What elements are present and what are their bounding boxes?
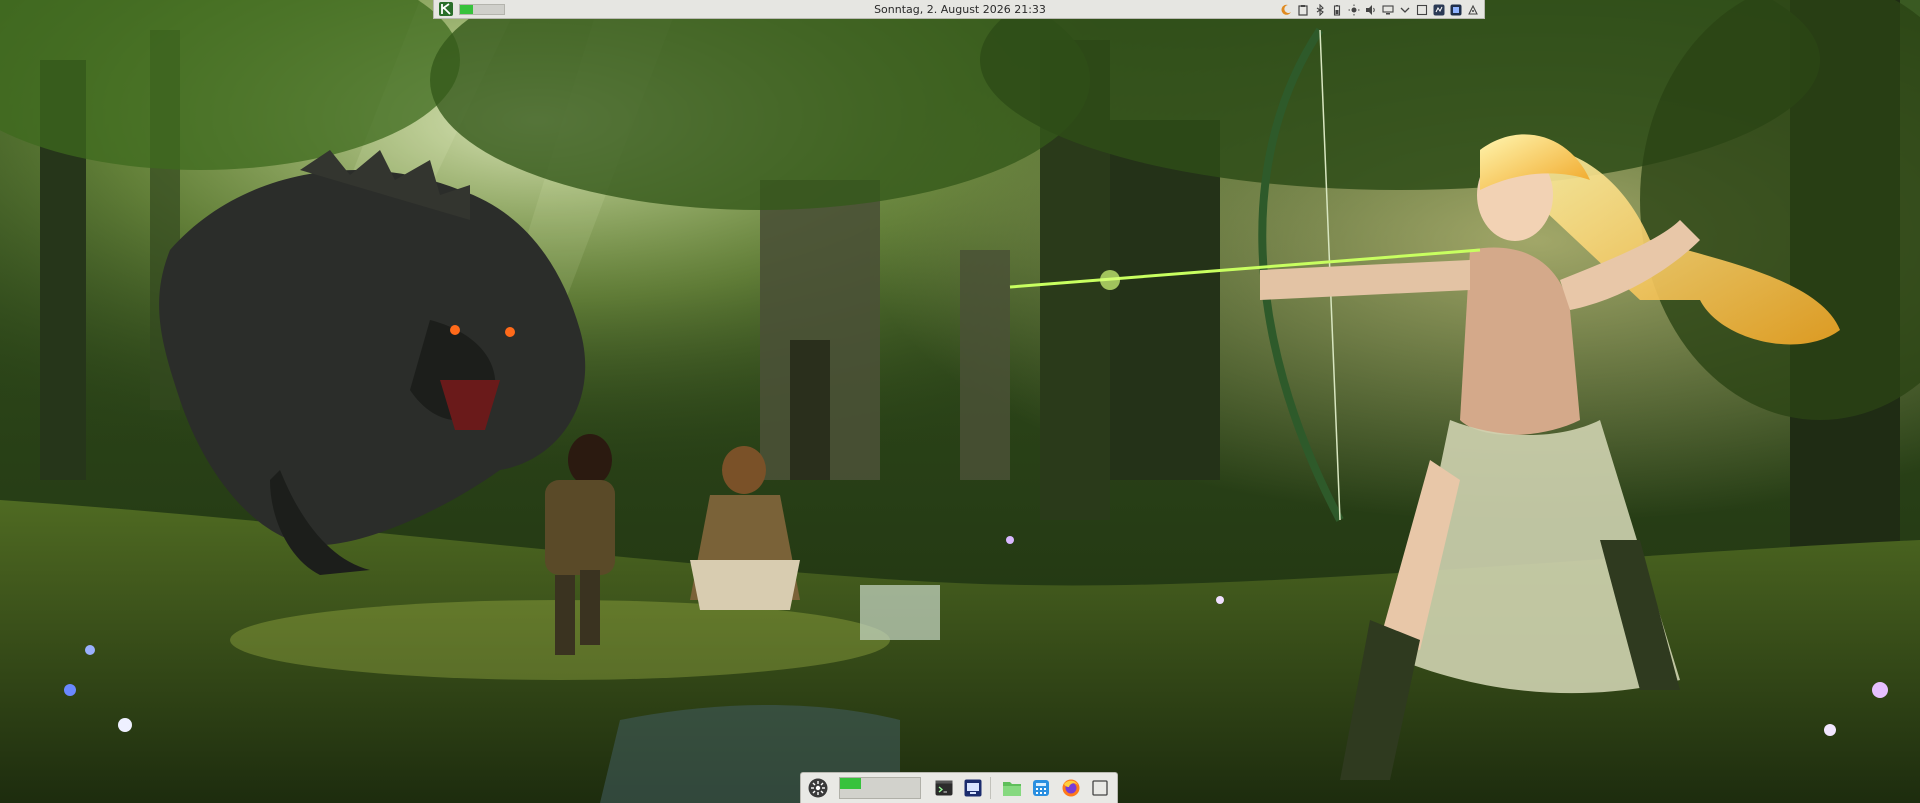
battery-icon[interactable] <box>1330 3 1344 17</box>
cpu-meter-fill <box>460 4 474 14</box>
app-tray-icon-2[interactable] <box>1449 3 1463 17</box>
file-manager-icon[interactable] <box>999 775 1025 801</box>
show-desktop-icon[interactable] <box>1088 775 1114 801</box>
expand-tray-icon[interactable] <box>1398 3 1412 17</box>
desktop: Sonntag, 2. August 2026 21:33 <box>0 0 1920 803</box>
kde-logo-icon[interactable] <box>437 1 455 17</box>
app-menu-icon[interactable] <box>805 775 831 801</box>
firefox-icon[interactable] <box>1058 775 1084 801</box>
system-tray <box>1279 1 1480 18</box>
volume-icon[interactable] <box>1364 3 1378 17</box>
brightness-icon[interactable] <box>1347 3 1361 17</box>
wallpaper <box>0 0 1920 803</box>
top-panel: Sonntag, 2. August 2026 21:33 <box>433 0 1485 19</box>
app-tray-icon-1[interactable] <box>1432 3 1446 17</box>
blue-app-icon[interactable] <box>960 775 986 801</box>
window-icon[interactable] <box>1415 3 1429 17</box>
calculator-icon[interactable] <box>1029 775 1055 801</box>
memory-meter-fill <box>839 778 862 789</box>
app-tray-icon-3[interactable] <box>1466 3 1480 17</box>
clock[interactable]: Sonntag, 2. August 2026 21:33 <box>874 3 1046 16</box>
night-mode-icon[interactable] <box>1279 3 1293 17</box>
clipboard-icon[interactable] <box>1296 3 1310 17</box>
dock <box>800 772 1118 803</box>
terminal-icon[interactable] <box>931 775 957 801</box>
dock-separator <box>990 777 991 799</box>
bluetooth-icon[interactable] <box>1313 3 1327 17</box>
network-icon[interactable] <box>1381 3 1395 17</box>
cpu-meter[interactable] <box>459 3 505 15</box>
memory-meter[interactable] <box>838 777 921 799</box>
